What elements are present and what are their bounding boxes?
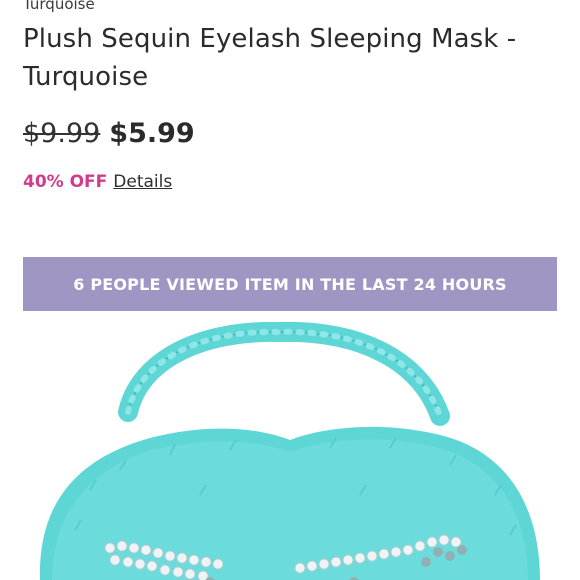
product-image[interactable] [0, 320, 580, 580]
discount-row: 40% OFF Details [23, 172, 172, 192]
recently-viewed-text: 6 PEOPLE VIEWED ITEM IN THE LAST 24 HOUR… [73, 274, 507, 294]
price-row: $9.99 $5.99 [23, 118, 195, 149]
original-price: $9.99 [23, 118, 101, 149]
recently-viewed-banner: 6 PEOPLE VIEWED ITEM IN THE LAST 24 HOUR… [23, 257, 557, 311]
breadcrumb-variant[interactable]: Turquoise [23, 0, 95, 14]
product-title: Plush Sequin Eyelash Sleeping Mask - Tur… [23, 24, 517, 92]
sleeping-mask-icon [39, 321, 541, 580]
discount-badge: 40% OFF [23, 172, 108, 192]
details-link[interactable]: Details [113, 172, 172, 192]
sale-price: $5.99 [109, 118, 195, 149]
